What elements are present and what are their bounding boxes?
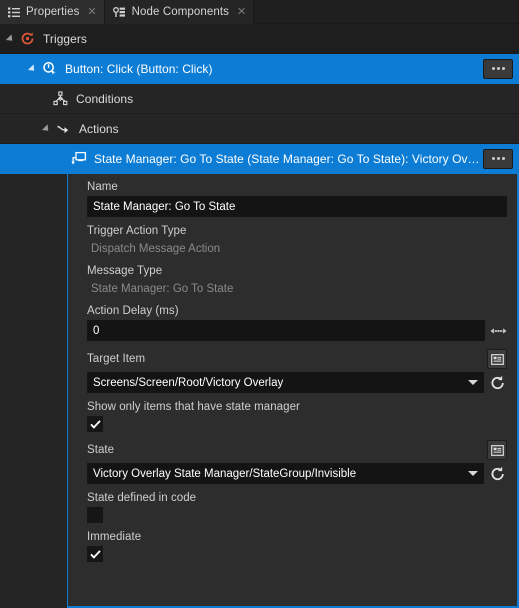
target-item-revert-button[interactable] [489, 374, 507, 392]
tree-row-state-manager-action[interactable]: State Manager: Go To State (State Manage… [0, 144, 519, 174]
close-icon[interactable]: ✕ [235, 6, 246, 18]
state-picker-button[interactable] [487, 440, 507, 460]
expand-triangle-icon[interactable] [5, 33, 16, 44]
message-type-label: Message Type [87, 265, 163, 277]
field-target-item: Target Item Screens/Screen/Root/Victory … [87, 349, 507, 393]
tab-properties[interactable]: Properties ✕ [0, 0, 105, 24]
state-label-row: State [87, 440, 507, 460]
trigger-action-type-label: Trigger Action Type [87, 225, 187, 237]
target-item-dropdown[interactable]: Screens/Screen/Root/Victory Overlay [87, 372, 484, 393]
chevron-down-icon [468, 380, 478, 385]
tab-node-components[interactable]: Node Components ✕ [104, 0, 255, 24]
tree-row-label: Button: Click (Button: Click) [65, 61, 213, 76]
field-state: State Victory Overlay State Manager/Stat… [87, 440, 507, 484]
field-message-type: Message Type State Manager: Go To State [87, 265, 507, 297]
immediate-label: Immediate [87, 531, 142, 543]
check-icon [89, 419, 101, 429]
state-dropdown[interactable]: Victory Overlay State Manager/StateGroup… [87, 463, 484, 484]
tree-row-conditions[interactable]: Conditions [0, 84, 519, 114]
tree-row-actions[interactable]: Actions [0, 114, 519, 144]
target-item-value: Screens/Screen/Root/Victory Overlay [93, 376, 284, 389]
chevron-down-icon [468, 471, 478, 476]
field-trigger-action-type: Trigger Action Type Dispatch Message Act… [87, 225, 507, 257]
close-icon[interactable]: ✕ [85, 6, 96, 18]
state-revert-button[interactable] [489, 465, 507, 483]
message-action-icon [70, 150, 87, 167]
expand-triangle-icon[interactable] [41, 123, 52, 134]
triggers-tree: Triggers Button: Click (Button: Click) C… [0, 24, 519, 174]
tab-label: Properties [26, 6, 80, 18]
conditions-icon [52, 90, 69, 107]
list-icon [8, 7, 20, 18]
detail-body: Name State Manager: Go To State Trigger … [0, 174, 519, 608]
actions-arrow-icon [55, 120, 72, 137]
dot [491, 67, 495, 70]
field-state-defined-in-code: State defined in code [87, 492, 507, 523]
tree-row-triggers[interactable]: Triggers [0, 24, 519, 54]
tree-row-label: Triggers [43, 31, 87, 46]
horizontal-drag-icon[interactable] [489, 322, 507, 340]
tree-row-label: Conditions [76, 91, 134, 106]
target-item-label: Target Item [87, 353, 146, 365]
action-delay-row: 0 [87, 320, 507, 341]
show-only-state-manager-label: Show only items that have state manager [87, 401, 300, 413]
state-label: State [87, 444, 115, 456]
dot [491, 157, 495, 160]
state-value: Victory Overlay State Manager/StateGroup… [93, 467, 357, 480]
field-show-only-state-manager: Show only items that have state manager [87, 401, 507, 432]
target-item-label-row: Target Item [87, 349, 507, 369]
tree-indent-gutter [0, 174, 68, 608]
target-item-picker-button[interactable] [487, 349, 507, 369]
dot [496, 157, 500, 160]
show-only-state-manager-checkbox[interactable] [87, 416, 103, 432]
action-delay-label: Action Delay (ms) [87, 305, 179, 317]
tree-row-label: Actions [79, 121, 119, 136]
tab-bar: Properties ✕ Node Components ✕ [0, 0, 519, 24]
field-action-delay: Action Delay (ms) 0 [87, 305, 507, 341]
immediate-checkbox[interactable] [87, 546, 103, 562]
message-type-value: State Manager: Go To State [91, 282, 234, 295]
expand-triangle-icon[interactable] [27, 63, 38, 74]
row-context-menu-button[interactable] [483, 58, 513, 79]
target-item-row: Screens/Screen/Root/Victory Overlay [87, 372, 507, 393]
state-row: Victory Overlay State Manager/StateGroup… [87, 463, 507, 484]
node-components-icon [112, 6, 126, 18]
click-event-icon [41, 60, 58, 77]
tab-label: Node Components [131, 6, 230, 18]
tree-row-button-click[interactable]: Button: Click (Button: Click) [0, 54, 519, 84]
field-immediate: Immediate [87, 531, 507, 562]
trigger-action-type-value: Dispatch Message Action [91, 242, 221, 255]
state-defined-in-code-checkbox[interactable] [87, 507, 103, 523]
action-properties-form: Name State Manager: Go To State Trigger … [68, 174, 519, 608]
dot [501, 157, 505, 160]
row-context-menu-button[interactable] [483, 148, 513, 169]
name-label: Name [87, 181, 118, 193]
check-icon [89, 549, 101, 559]
dot [496, 67, 500, 70]
name-input[interactable]: State Manager: Go To State [87, 196, 507, 217]
tree-row-label: State Manager: Go To State (State Manage… [94, 151, 486, 166]
properties-panel: Properties ✕ Node Components ✕ Triggers … [0, 0, 519, 608]
action-delay-input[interactable]: 0 [87, 320, 485, 341]
state-defined-in-code-label: State defined in code [87, 492, 197, 504]
dot [501, 67, 505, 70]
field-name: Name State Manager: Go To State [87, 181, 507, 217]
trigger-icon [19, 30, 36, 47]
